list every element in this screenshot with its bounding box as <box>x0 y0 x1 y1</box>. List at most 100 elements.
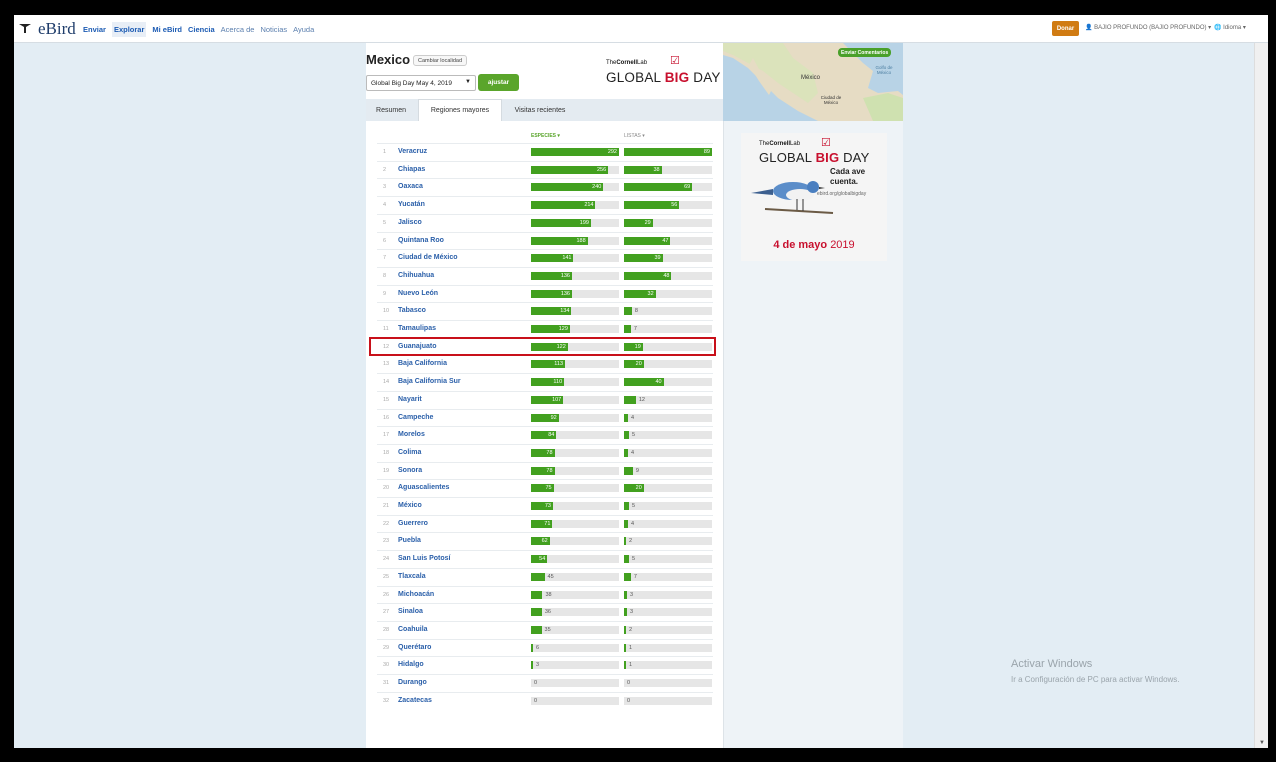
nav-ayuda[interactable]: Ayuda <box>293 25 314 34</box>
lists-bar: 38 <box>624 165 712 174</box>
highlight-box <box>369 337 716 356</box>
species-value: 292 <box>607 149 617 155</box>
region-link[interactable]: Hidalgo <box>398 661 424 668</box>
region-link[interactable]: Tabasco <box>398 307 426 314</box>
nav-ciencia[interactable]: Ciencia <box>188 25 215 34</box>
adjust-button[interactable]: ajustar <box>478 74 519 91</box>
species-bar: 199 <box>531 218 619 227</box>
user-menu[interactable]: 👤 BAJIO PROFUNDO (BAJIO PROFUNDO) ▾ <box>1085 24 1211 31</box>
table-row: 6 Quintana Roo 188 47 <box>377 231 713 250</box>
region-link[interactable]: Puebla <box>398 537 421 544</box>
lists-value: 47 <box>662 237 669 244</box>
table-row: 20 Aguascalientes 75 20 <box>377 479 713 497</box>
species-bar-fill <box>531 625 542 634</box>
ebird-logo[interactable]: eBird <box>18 18 76 40</box>
lists-bar: 9 <box>624 466 712 475</box>
lists-bar: 48 <box>624 271 712 280</box>
species-value: 107 <box>552 396 562 403</box>
region-link[interactable]: Jalisco <box>398 219 422 226</box>
region-link[interactable]: Quintana Roo <box>398 237 444 244</box>
region-link[interactable]: Oaxaca <box>398 183 423 190</box>
date-select[interactable]: Global Big Day May 4, 2019 ▼ <box>366 75 476 91</box>
region-link[interactable]: Campeche <box>398 414 433 421</box>
tab-resumen[interactable]: Resumen <box>366 99 416 121</box>
row-rank: 18 <box>383 449 390 456</box>
species-value: 256 <box>596 166 607 173</box>
species-value: 75 <box>545 485 552 492</box>
page-scrollbar[interactable]: ▼ <box>1254 43 1268 748</box>
region-link[interactable]: Nayarit <box>398 396 422 403</box>
region-link[interactable]: Baja California <box>398 360 447 367</box>
row-rank: 8 <box>383 272 387 279</box>
species-value: 113 <box>554 361 564 368</box>
change-location-button[interactable]: Cambiar localidad <box>413 55 468 66</box>
region-link[interactable]: San Luis Potosí <box>398 555 451 562</box>
region-link[interactable]: Veracruz <box>398 148 427 155</box>
lists-value: 48 <box>663 272 670 279</box>
region-link[interactable]: Michoacán <box>398 591 434 598</box>
region-link[interactable]: Chiapas <box>398 166 425 173</box>
region-link[interactable]: Tlaxcala <box>398 573 426 580</box>
global-big-day-ad[interactable]: TheCornellLab ☑ GLOBAL BIG DAY Cada ave c… <box>741 133 887 261</box>
region-link[interactable]: Guerrero <box>398 520 428 527</box>
row-rank: 2 <box>383 166 387 173</box>
lists-bar-fill <box>624 555 629 564</box>
region-link[interactable]: México <box>398 502 422 509</box>
row-rank: 28 <box>383 626 390 633</box>
region-link[interactable]: Aguascalientes <box>398 484 449 491</box>
lists-value: 12 <box>638 396 645 403</box>
nav-mi-ebird[interactable]: Mi eBird <box>152 25 182 34</box>
table-row: 1 Veracruz 292 89 <box>377 143 713 161</box>
row-rank: 20 <box>383 485 390 492</box>
nav-explorar[interactable]: Explorar <box>111 21 147 37</box>
species-bar: 141 <box>531 254 619 263</box>
table-row: 31 Durango 0 0 <box>377 674 713 692</box>
donate-button[interactable]: Donar <box>1052 21 1079 36</box>
nav-acerca-de[interactable]: Acerca de <box>221 25 255 34</box>
region-link[interactable]: Querétaro <box>398 644 431 651</box>
species-column-header[interactable]: ESPECIES ▾ <box>531 133 560 139</box>
region-link[interactable]: Yucatán <box>398 201 425 208</box>
region-link[interactable]: Colima <box>398 449 421 456</box>
region-link[interactable]: Coahuila <box>398 626 428 633</box>
scroll-down-arrow-icon[interactable]: ▼ <box>1259 740 1265 746</box>
region-link[interactable]: Sonora <box>398 467 422 474</box>
tab-regiones-mayores[interactable]: Regiones mayores <box>418 99 502 121</box>
region-link[interactable]: Sinaloa <box>398 608 423 615</box>
lists-bar: 2 <box>624 537 712 546</box>
send-feedback-button[interactable]: Enviar Comentarios <box>838 48 892 57</box>
species-bar: 35 <box>531 625 619 634</box>
region-link[interactable]: Nuevo León <box>398 290 438 297</box>
tabs-bar: Resumen Regiones mayores Visitas recient… <box>366 99 723 121</box>
region-link[interactable]: Ciudad de México <box>398 254 458 261</box>
region-link[interactable]: Tamaulipas <box>398 325 436 332</box>
windows-activation-subtitle: Ir a Configuración de PC para activar Wi… <box>1011 675 1180 684</box>
nav-noticias[interactable]: Noticias <box>260 25 287 34</box>
row-rank: 15 <box>383 396 390 403</box>
lists-value: 69 <box>684 184 691 191</box>
row-rank: 11 <box>383 326 389 332</box>
row-rank: 3 <box>383 184 387 191</box>
nav-enviar[interactable]: Enviar <box>83 25 106 34</box>
species-value: 35 <box>544 626 551 633</box>
region-link[interactable]: Morelos <box>398 431 425 438</box>
row-rank: 17 <box>383 432 390 439</box>
caret-down-icon: ▼ <box>465 79 471 85</box>
lists-column-header[interactable]: LISTAS ▾ <box>624 133 645 139</box>
region-link[interactable]: Chihuahua <box>398 272 434 279</box>
tab-visitas-recientes[interactable]: Visitas recientes <box>504 99 576 121</box>
region-link[interactable]: Durango <box>398 679 427 686</box>
species-bar-fill <box>531 590 543 599</box>
species-value: 73 <box>544 503 551 509</box>
language-menu[interactable]: 🌐 Idioma ▾ <box>1214 24 1246 31</box>
region-link[interactable]: Baja California Sur <box>398 378 461 385</box>
region-map[interactable]: Enviar Comentarios México Golfo de Méxic… <box>723 43 903 121</box>
ad-url: ebird.org/globalbigday <box>817 191 867 197</box>
species-bar: 45 <box>531 572 619 581</box>
region-link[interactable]: Zacatecas <box>398 697 432 704</box>
species-value: 62 <box>541 538 548 545</box>
checkmark-icon: ☑ <box>670 55 680 67</box>
global-big-day-logo: TheCornellLab ☑ GLOBAL BIG DAY <box>606 55 721 88</box>
windows-activation-title: Activar Windows <box>1011 658 1093 670</box>
browser-viewport: eBird Enviar Explorar Mi eBird Ciencia A… <box>14 15 1268 748</box>
